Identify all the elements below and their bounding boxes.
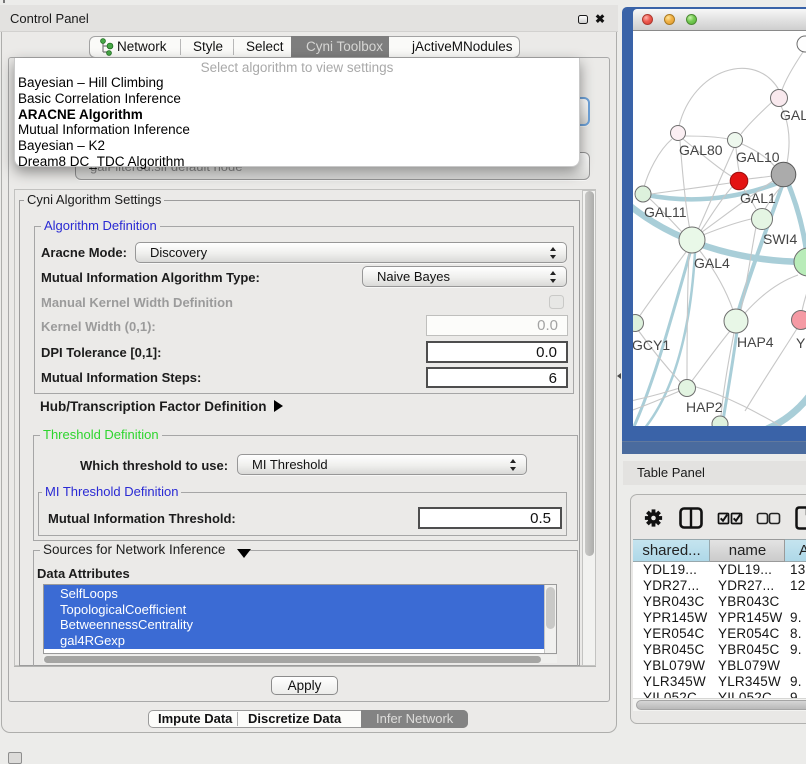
svg-text:GCY1: GCY1 (633, 337, 670, 353)
svg-text:GAL4: GAL4 (694, 255, 730, 271)
svg-text:GAL80: GAL80 (679, 142, 723, 158)
svg-text:SWI4: SWI4 (763, 231, 797, 247)
svg-text:GAL8: GAL8 (780, 107, 806, 123)
svg-text:HAP4: HAP4 (737, 334, 774, 350)
svg-text:GAL10: GAL10 (736, 149, 780, 165)
svg-text:YD: YD (796, 335, 806, 351)
svg-text:GAL11: GAL11 (644, 204, 687, 220)
svg-text:HAP2: HAP2 (686, 399, 723, 415)
svg-text:GAL1: GAL1 (740, 190, 776, 206)
